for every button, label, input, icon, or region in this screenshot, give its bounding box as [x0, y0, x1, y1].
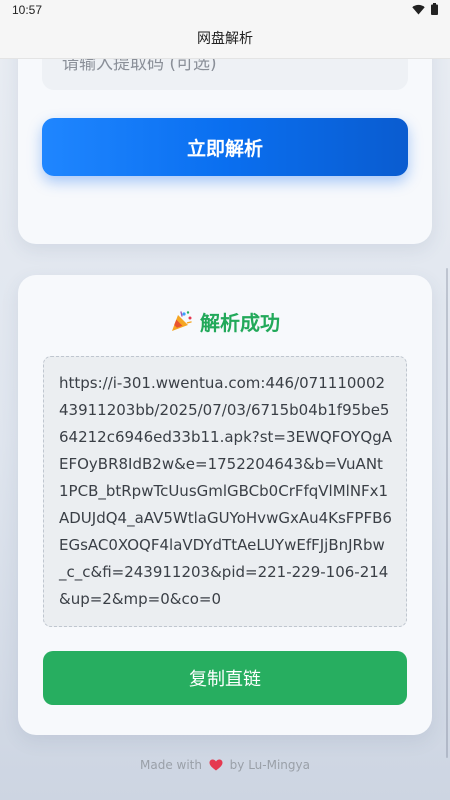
heart-icon	[209, 759, 223, 774]
battery-icon	[431, 3, 438, 15]
result-title: 解析成功	[18, 307, 432, 337]
result-title-text: 解析成功	[200, 311, 280, 335]
footer-suffix: by Lu-Mingya	[229, 758, 310, 772]
party-popper-icon	[170, 310, 194, 337]
direct-link-text[interactable]: https://i-301.wwentua.com:446/0711100024…	[43, 356, 407, 627]
scrollbar[interactable]	[446, 268, 448, 758]
parse-now-button[interactable]: 立即解析	[42, 118, 408, 176]
copy-direct-link-button[interactable]: 复制直链	[43, 651, 407, 705]
result-card: 解析成功 https://i-301.wwentua.com:446/07111…	[18, 275, 432, 735]
wifi-icon	[412, 4, 425, 15]
status-bar: 10:57	[0, 0, 450, 20]
footer: Made with by Lu-Mingya	[0, 758, 450, 774]
footer-prefix: Made with	[140, 758, 202, 772]
status-time: 10:57	[12, 3, 43, 17]
app-bar: 网盘解析	[0, 20, 450, 59]
app-title: 网盘解析	[197, 31, 253, 47]
status-icons	[412, 3, 438, 15]
